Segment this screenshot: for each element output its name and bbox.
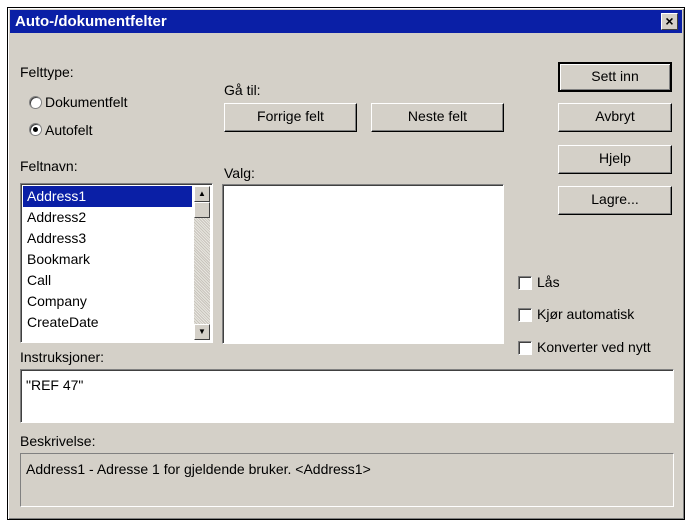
window-title: Auto-/dokumentfelter [15, 13, 167, 30]
auto-fields-dialog: Auto-/dokumentfelter × Felttype: Dokumen… [7, 7, 685, 520]
radio-auto-field-label: Autofelt [45, 122, 93, 138]
field-names-label: Feltnavn: [20, 158, 78, 174]
next-field-button[interactable]: Neste felt [371, 103, 504, 132]
list-item[interactable]: Address3 [23, 228, 192, 249]
instructions-value: "REF 47" [26, 377, 84, 393]
lock-label: Lås [537, 274, 560, 290]
auto-run-checkbox[interactable] [518, 308, 532, 322]
description-value: Address1 - Adresse 1 for gjeldende bruke… [26, 461, 371, 477]
list-item[interactable]: Address1 [23, 186, 192, 207]
arrow-down-icon[interactable]: ▼ [194, 324, 210, 340]
description-box: Address1 - Adresse 1 for gjeldende bruke… [20, 453, 674, 507]
list-item[interactable]: Address2 [23, 207, 192, 228]
convert-checkbox[interactable] [518, 341, 532, 355]
list-item[interactable]: CreateDate [23, 312, 192, 333]
radio-document-field[interactable] [29, 96, 42, 109]
convert-label: Konverter ved nytt [537, 339, 651, 355]
choices-listbox[interactable] [222, 184, 504, 344]
choices-label: Valg: [224, 165, 255, 181]
instructions-label: Instruksjoner: [20, 349, 105, 365]
list-item[interactable]: Call [23, 270, 192, 291]
radio-selected-dot [33, 127, 38, 132]
cancel-button[interactable]: Avbryt [558, 103, 672, 132]
radio-auto-field[interactable] [29, 123, 42, 136]
lock-checkbox[interactable] [518, 276, 532, 290]
instructions-input[interactable]: "REF 47" [20, 369, 674, 423]
save-button[interactable]: Lagre... [558, 186, 672, 215]
close-icon[interactable]: × [661, 13, 678, 30]
scroll-thumb[interactable] [194, 202, 210, 218]
insert-button[interactable]: Sett inn [558, 62, 672, 92]
arrow-up-icon[interactable]: ▲ [194, 186, 210, 202]
description-label: Beskrivelse: [20, 433, 96, 449]
field-type-label: Felttype: [20, 64, 74, 80]
auto-run-label: Kjør automatisk [537, 306, 635, 322]
list-item[interactable]: Bookmark [23, 249, 192, 270]
list-item[interactable]: Company [23, 291, 192, 312]
goto-label: Gå til: [224, 82, 261, 98]
list-scrollbar[interactable]: ▲ ▼ [194, 186, 210, 340]
help-button[interactable]: Hjelp [558, 145, 672, 174]
radio-document-field-label: Dokumentfelt [45, 94, 128, 110]
title-bar: Auto-/dokumentfelter × [10, 10, 682, 33]
field-names-listbox[interactable]: Address1 Address2 Address3 Bookmark Call… [20, 183, 213, 343]
prev-field-button[interactable]: Forrige felt [224, 103, 357, 132]
